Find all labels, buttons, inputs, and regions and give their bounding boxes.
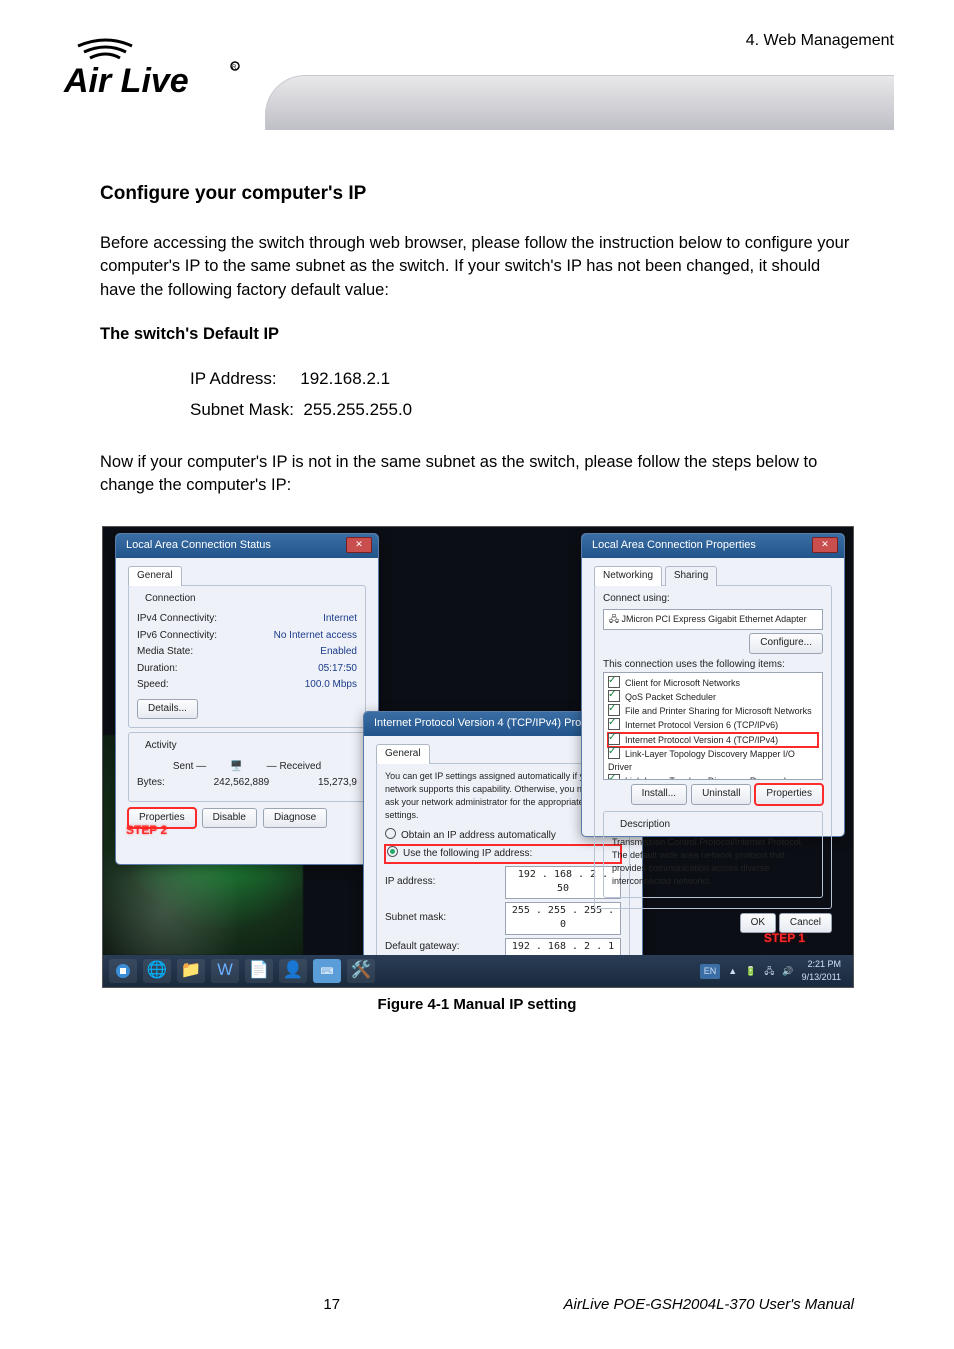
install-button[interactable]: Install... — [631, 784, 687, 805]
list-item: Internet Protocol Version 6 (TCP/IPv6) — [625, 720, 778, 730]
list-item: File and Printer Sharing for Microsoft N… — [625, 706, 812, 716]
radio-manual-ip[interactable] — [387, 846, 398, 857]
header-band — [265, 75, 894, 130]
uninstall-button[interactable]: Uninstall — [691, 784, 751, 805]
tab-sharing[interactable]: Sharing — [665, 566, 717, 586]
opt-manual-label: Use the following IP address: — [403, 848, 532, 859]
taskbar-lang-icon[interactable]: ⌨ — [313, 959, 341, 983]
tray-lang[interactable]: EN — [700, 964, 721, 979]
recv-label: — Received — [267, 760, 321, 775]
ip-address-label: IP Address: — [190, 369, 277, 388]
subnet-mask-label: Subnet Mask: — [190, 400, 294, 419]
bytes-sent: 242,562,889 — [214, 776, 270, 791]
duration-label: Duration: — [137, 662, 178, 677]
header-section-label: 4. Web Management — [746, 32, 894, 50]
close-icon[interactable]: ✕ — [812, 537, 838, 553]
opt-auto-label: Obtain an IP address automatically — [401, 830, 556, 841]
bytes-label: Bytes: — [137, 776, 165, 791]
svg-text:Air Live: Air Live — [63, 62, 189, 100]
tab-general[interactable]: General — [376, 744, 430, 764]
list-item: QoS Packet Scheduler — [625, 692, 716, 702]
heading-config-ip: Configure your computer's IP — [100, 180, 854, 208]
speed-label: Speed: — [137, 678, 169, 693]
sm-label: Subnet mask: — [385, 911, 505, 926]
list-item: Link-Layer Topology Discovery Mapper I/O… — [608, 749, 795, 772]
connect-using-label: Connect using: — [603, 592, 823, 607]
media-label: Media State: — [137, 645, 193, 660]
list-item-ipv4: Internet Protocol Version 4 (TCP/IPv4) — [625, 735, 778, 745]
ipv4-title: Internet Protocol Version 4 (TCP/IPv4) P… — [374, 717, 614, 729]
tray-time[interactable]: 2:21 PM — [807, 959, 841, 969]
adapter-name: JMicron PCI Express Gigabit Ethernet Ada… — [622, 614, 807, 624]
manual-title: AirLive POE-GSH2004L-370 User's Manual — [564, 1296, 855, 1313]
subnet-mask-value: 255.255.255.0 — [303, 400, 412, 419]
figure-caption: Figure 4-1 Manual IP setting — [102, 994, 852, 1016]
tray-battery-icon[interactable]: 🔋 — [745, 965, 756, 978]
speed-value: 100.0 Mbps — [305, 678, 357, 693]
ip-label: IP address: — [385, 875, 505, 890]
status-title: Local Area Connection Status — [126, 539, 271, 551]
paragraph-instruction: Now if your computer's IP is not in the … — [100, 451, 854, 499]
taskbar-ie-icon[interactable]: 🌐 — [143, 959, 171, 983]
network-icon: 🖥️ — [230, 760, 242, 775]
close-icon[interactable]: ✕ — [346, 537, 372, 553]
taskbar-app2-icon[interactable]: 🛠️ — [347, 959, 375, 983]
brand-logo: Air Live R — [60, 28, 250, 106]
connection-items-list[interactable]: Client for Microsoft Networks QoS Packet… — [603, 672, 823, 780]
tray-network-icon[interactable]: 🖧 — [764, 965, 774, 978]
tray-volume-icon[interactable]: 🔊 — [782, 965, 793, 978]
figure-screenshot: Local Area Connection Status ✕ General C… — [102, 526, 854, 988]
desc-heading: Description — [616, 818, 674, 833]
taskbar-explorer-icon[interactable]: 📁 — [177, 959, 205, 983]
gw-label: Default gateway: — [385, 940, 505, 955]
sent-label: Sent — — [173, 760, 206, 775]
tab-networking[interactable]: Networking — [594, 566, 662, 586]
page-number: 17 — [323, 1296, 340, 1313]
uses-label: This connection uses the following items… — [603, 658, 823, 673]
bytes-recv: 15,273,9 — [318, 776, 357, 791]
details-button[interactable]: Details... — [137, 699, 198, 720]
protocol-description: Transmission Control Protocol/Internet P… — [612, 836, 814, 888]
ipv6-value: No Internet access — [274, 629, 357, 644]
duration-value: 05:17:50 — [318, 662, 357, 677]
group-connection: Connection — [141, 592, 200, 607]
taskbar-word-icon[interactable]: W — [211, 959, 239, 983]
lan-props-title: Local Area Connection Properties — [592, 539, 756, 551]
tab-general[interactable]: General — [128, 566, 182, 586]
taskbar: 🌐 📁 W 📄 👤 ⌨ 🛠️ EN ▲ 🔋 🖧 🔊 2:21 PM — [103, 955, 853, 987]
svg-text:R: R — [232, 65, 237, 71]
taskbar-app-icon[interactable]: 📄 — [245, 959, 273, 983]
ipv4-label: IPv4 Connectivity: — [137, 612, 217, 627]
tray-flag-icon[interactable]: ▲ — [728, 965, 737, 978]
group-activity: Activity — [141, 739, 181, 754]
ipv6-label: IPv6 Connectivity: — [137, 629, 217, 644]
tray-date[interactable]: 9/13/2011 — [802, 972, 841, 982]
default-ip-block: IP Address: 192.168.2.1 Subnet Mask: 255… — [100, 367, 854, 422]
ipv4-value: Internet — [323, 612, 357, 627]
list-item: Client for Microsoft Networks — [625, 678, 740, 688]
list-item: Link-Layer Topology Discovery Responder — [625, 776, 794, 781]
step2-label: STEP 2 — [126, 822, 167, 839]
item-properties-button[interactable]: Properties — [755, 784, 823, 805]
heading-default-ip: The switch's Default IP — [100, 323, 854, 347]
media-value: Enabled — [320, 645, 357, 660]
ip-address-value: 192.168.2.1 — [300, 369, 390, 388]
configure-button[interactable]: Configure... — [749, 633, 823, 654]
step1-label: STEP 1 — [764, 930, 805, 947]
radio-auto-ip[interactable] — [385, 828, 396, 839]
taskbar-user-icon[interactable]: 👤 — [279, 959, 307, 983]
disable-button[interactable]: Disable — [202, 808, 257, 829]
diagnose-button[interactable]: Diagnose — [263, 808, 327, 829]
paragraph-intro: Before accessing the switch through web … — [100, 232, 854, 304]
start-button[interactable] — [109, 959, 137, 983]
